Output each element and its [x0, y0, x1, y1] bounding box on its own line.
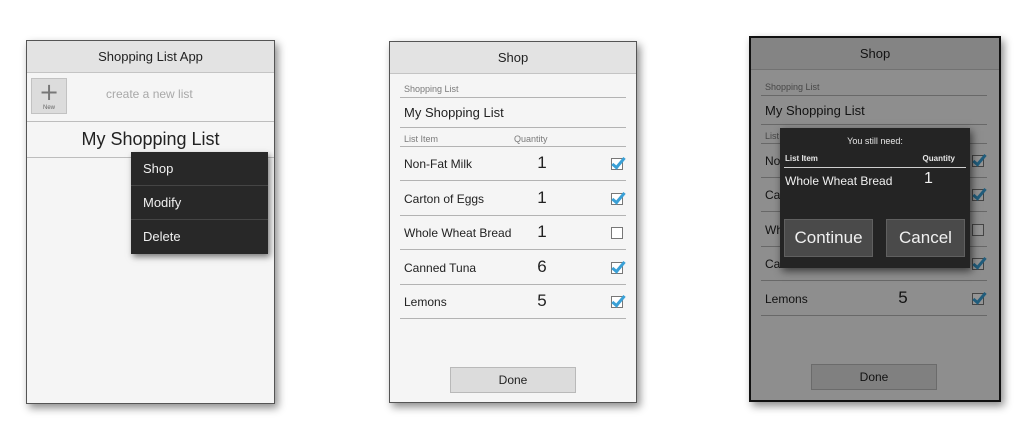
done-button[interactable]: Done [450, 367, 576, 393]
item-name: Carton of Eggs [404, 192, 485, 206]
dialog-column-item: List Item [785, 154, 818, 163]
item-checkbox[interactable] [611, 262, 623, 274]
column-header-item: List Item [404, 134, 439, 144]
divider [400, 127, 626, 128]
list-item[interactable]: Lemons 5 [400, 285, 626, 319]
divider [27, 121, 274, 122]
list-item[interactable]: Whole Wheat Bread 1 [400, 216, 626, 250]
list-item[interactable]: Non-Fat Milk 1 [400, 147, 626, 181]
new-list-input[interactable]: create a new list [79, 87, 269, 101]
item-name: Non-Fat Milk [404, 157, 473, 171]
dialog-item-quantity: 1 [924, 170, 933, 187]
screen-main-list: Shopping List App + New create a new lis… [26, 40, 275, 404]
item-quantity: 1 [537, 153, 547, 172]
screen-shop-dialog: Shop Shopping List My Shopping List List… [749, 36, 1001, 402]
dialog-item-name: Whole Wheat Bread [785, 174, 893, 188]
cancel-button[interactable]: Cancel [886, 219, 965, 257]
item-quantity: 1 [537, 222, 547, 241]
item-quantity: 5 [537, 291, 547, 310]
item-quantity: 6 [537, 257, 547, 276]
app-title: Shopping List App [98, 49, 203, 64]
menu-item-shop[interactable]: Shop [131, 152, 268, 186]
app-title-bar: Shopping List App [27, 41, 274, 73]
item-name: Lemons [404, 295, 447, 309]
list-item[interactable]: Carton of Eggs 1 [400, 182, 626, 216]
screen-shop: Shop Shopping List My Shopping List List… [389, 41, 637, 403]
item-quantity: 1 [537, 188, 547, 207]
continue-button[interactable]: Continue [784, 219, 873, 257]
new-button-label: New [42, 105, 55, 111]
plus-icon: + [38, 78, 60, 106]
still-need-dialog: You still need: List Item Quantity Whole… [780, 128, 970, 268]
menu-item-delete[interactable]: Delete [131, 220, 268, 254]
list-name: My Shopping List [404, 105, 504, 120]
shop-title-bar: Shop [390, 42, 636, 74]
item-checkbox[interactable] [611, 193, 623, 205]
item-checkbox[interactable] [611, 296, 623, 308]
new-list-button[interactable]: + New [31, 78, 67, 114]
item-checkbox[interactable] [611, 158, 623, 170]
dialog-column-quantity: Quantity [922, 154, 955, 163]
menu-item-modify[interactable]: Modify [131, 186, 268, 220]
shopping-list-title[interactable]: My Shopping List [27, 129, 274, 150]
item-name: Canned Tuna [404, 261, 477, 275]
divider [784, 167, 966, 168]
divider [400, 97, 626, 98]
dialog-title: You still need: [847, 136, 903, 146]
context-menu: Shop Modify Delete [131, 152, 268, 254]
list-item[interactable]: Canned Tuna 6 [400, 251, 626, 285]
shopping-list-section-label: Shopping List [404, 84, 459, 94]
item-checkbox[interactable] [611, 227, 623, 239]
item-name: Whole Wheat Bread [404, 226, 512, 240]
column-header-quantity: Quantity [514, 134, 548, 144]
shop-title: Shop [497, 50, 529, 65]
